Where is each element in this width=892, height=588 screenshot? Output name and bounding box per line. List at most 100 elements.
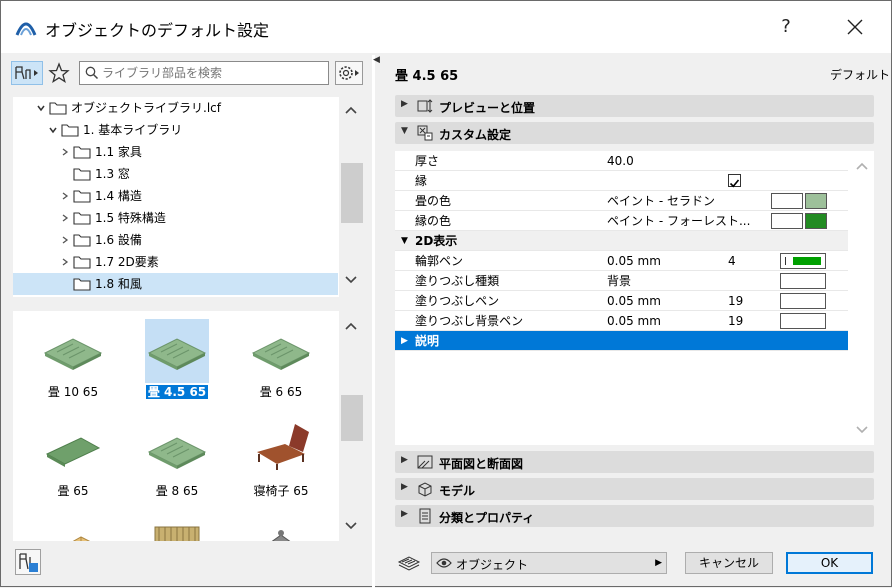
parameter-name: 厚さ [415,154,440,168]
tree-item[interactable]: 1.3 窓 [13,163,338,185]
parameter-value[interactable]: 0.05 mm [607,291,661,311]
parameter-row[interactable]: 縁 [395,171,848,191]
scroll-thumb[interactable] [341,163,363,223]
gallery-item[interactable]: 畳 6 65 [231,319,331,409]
tree-scrollbar[interactable] [339,97,363,297]
chevron-right-icon[interactable] [61,148,69,156]
scroll-up-icon[interactable] [339,319,363,339]
tree-item-label: 1.8 和風 [95,277,142,291]
scroll-down-icon[interactable] [850,423,874,443]
collapsed-arrow-icon[interactable]: ▶ [401,331,408,351]
parameter-row[interactable]: 塗りつぶしペン 0.05 mm 19 [395,291,848,311]
pen-swatch[interactable] [780,293,826,309]
tree-item[interactable]: 1. 基本ライブラリ [13,119,338,141]
params-scrollbar[interactable] [850,151,874,445]
parameter-row[interactable]: 畳の色 ペイント - セラドン [395,191,848,211]
section-floor-plan-section[interactable]: ▶ 平面図と断面図 [395,451,874,473]
library-manager-button[interactable] [15,549,41,575]
gallery-item-label: 畳 8 65 [155,484,199,498]
parameter-value[interactable]: 背景 [607,271,631,291]
folder-icon [73,168,91,181]
tree-item[interactable]: 1.4 構造 [13,185,338,207]
scroll-down-icon[interactable] [339,273,363,293]
gallery-item[interactable]: 寝椅子 65 [231,418,331,508]
gallery-item[interactable] [23,517,123,541]
tatami-thumbnail-icon [147,437,207,469]
chevron-right-icon[interactable] [61,214,69,222]
parameter-value[interactable]: ペイント - フォーレスト... [607,211,750,231]
gallery-scrollbar[interactable] [339,311,363,541]
parameter-value[interactable]: 40.0 [607,151,634,171]
favorites-button[interactable] [47,61,71,85]
chevron-down-icon[interactable] [49,126,57,134]
library-search-field[interactable] [79,61,329,85]
color-swatch[interactable] [805,213,827,229]
help-button[interactable]: ? [771,9,801,45]
section-label: プレビューと位置 [439,101,536,115]
section-classification-properties[interactable]: ▶ 分類とプロパティ [395,505,874,527]
close-button[interactable] [837,9,873,45]
section-preview-position[interactable]: ▶ プレビューと位置 [395,95,874,117]
parameter-group[interactable]: ▶ 説明 [395,331,848,351]
parameter-row[interactable]: 輪郭ペン 0.05 mm 4 [395,251,848,271]
chair-thumbnail-icon [257,424,309,470]
tree-item[interactable]: 1.6 設備 [13,229,338,251]
pen-swatch[interactable] [780,253,826,269]
pen-number[interactable]: 19 [728,291,743,311]
gallery-item[interactable] [231,517,331,541]
gallery-item[interactable]: 畳 4.5 65 [127,319,227,409]
search-input[interactable] [102,65,324,81]
scroll-thumb[interactable] [341,395,363,441]
parameter-row[interactable]: 厚さ 40.0 [395,151,848,171]
parameter-value[interactable]: 0.05 mm [607,311,661,331]
border-checkbox[interactable] [728,174,741,188]
color-swatch-empty[interactable] [771,213,803,229]
gallery-item[interactable]: 畳 65 [23,418,123,508]
color-swatch[interactable] [805,193,827,209]
cancel-button[interactable]: キャンセル [685,552,773,574]
tree-item[interactable]: オブジェクトライブラリ.lcf [13,97,338,119]
expanded-arrow-icon[interactable]: ▼ [401,231,408,251]
gallery-item-label: 畳 4.5 65 [145,385,209,399]
color-swatch-empty[interactable] [771,193,803,209]
tree-item[interactable]: 1.5 特殊構造 [13,207,338,229]
chevron-right-icon[interactable] [61,258,69,266]
window-title: オブジェクトのデフォルト設定 [45,21,270,40]
classification-icon [419,508,431,524]
parameter-row[interactable]: 塗りつぶし種類 背景 [395,271,848,291]
library-settings-button[interactable] [335,61,363,85]
gallery-item[interactable]: 畳 8 65 [127,418,227,508]
section-custom-settings[interactable]: ▼ カスタム設定 [395,122,874,144]
ok-button[interactable]: OK [786,552,873,574]
collapse-left-pane-icon[interactable]: ◀ [373,55,380,65]
lantern-thumbnail-icon [271,530,291,541]
parameter-group[interactable]: ▼ 2D表示 [395,231,848,251]
tatami-thumbnail-icon [43,338,103,370]
pen-number[interactable]: 19 [728,311,743,331]
chevron-right-icon[interactable] [61,192,69,200]
tree-item[interactable]: 1.8 和風 [13,273,338,295]
section-label: モデル [439,484,476,498]
gallery-item[interactable]: 畳 10 65 [23,319,123,409]
parameter-name: 塗りつぶし種類 [415,274,500,288]
gallery-item[interactable] [127,517,227,541]
parameter-value[interactable]: ペイント - セラドン [607,191,715,211]
pane-divider[interactable] [372,55,375,588]
pen-swatch[interactable] [780,273,826,289]
tree-item[interactable]: 1.1 家具 [13,141,338,163]
view-mode-select[interactable]: オブジェクト ▶ [431,552,667,574]
parameter-row[interactable]: 縁の色 ペイント - フォーレスト... [395,211,848,231]
pen-number[interactable]: 4 [728,251,736,271]
folder-icon [73,146,91,159]
pen-swatch[interactable] [780,313,826,329]
chevron-down-icon[interactable] [37,104,45,112]
library-view-button[interactable] [11,61,43,85]
parameter-value[interactable]: 0.05 mm [607,251,661,271]
scroll-down-icon[interactable] [339,519,363,539]
tree-item[interactable]: 1.7 2D要素 [13,251,338,273]
chevron-right-icon[interactable] [61,236,69,244]
scroll-up-icon[interactable] [850,159,874,179]
section-model[interactable]: ▶ モデル [395,478,874,500]
parameter-row[interactable]: 塗りつぶし背景ペン 0.05 mm 19 [395,311,848,331]
scroll-up-icon[interactable] [339,103,363,123]
